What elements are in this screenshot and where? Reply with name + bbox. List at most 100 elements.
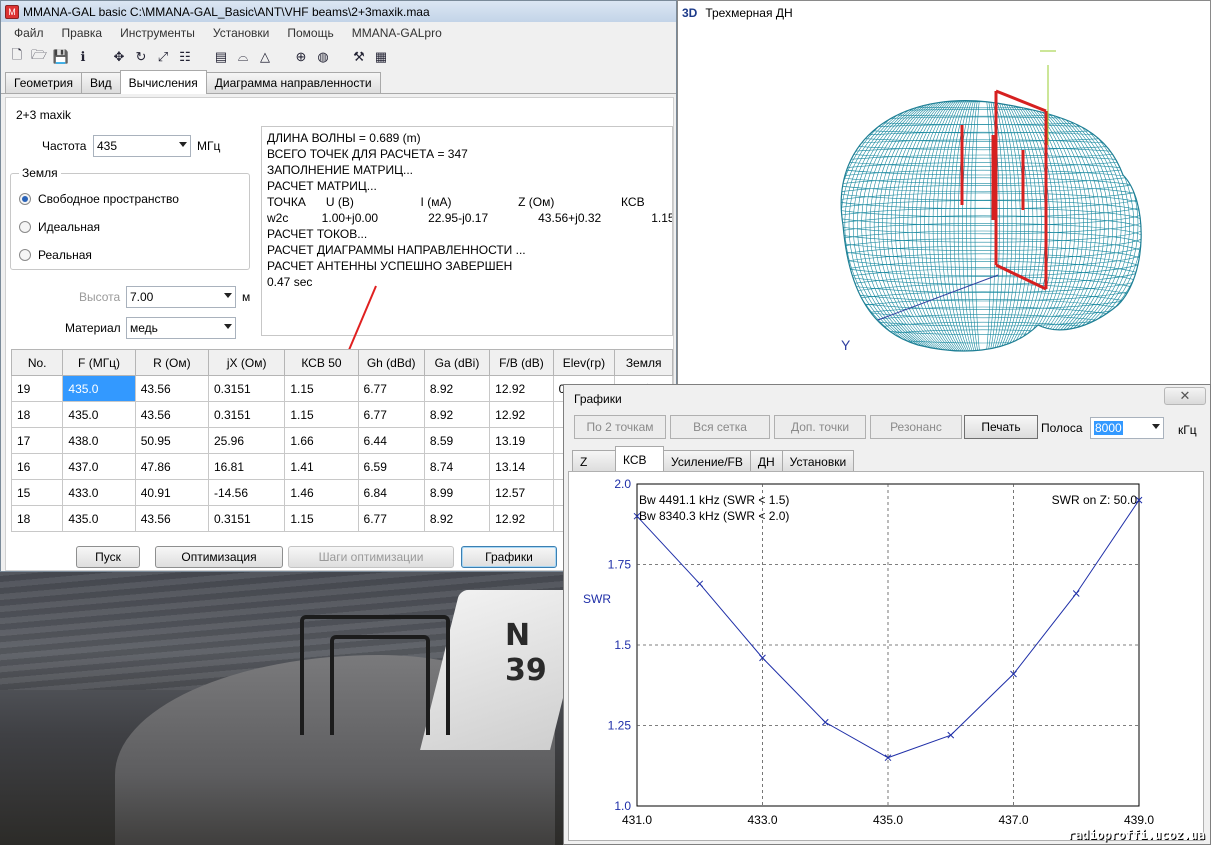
table-cell[interactable]: 8.74 [423,453,491,480]
extra-points-button[interactable]: Доп. точки [774,415,866,439]
material-combo[interactable]: медь [126,317,236,339]
table-cell[interactable]: 435.0 [62,505,136,532]
col-ga[interactable]: Ga (dBi) [423,349,491,376]
table-cell[interactable]: 1.66 [284,427,359,454]
radio-real[interactable]: Реальная [19,248,92,262]
target-icon[interactable]: ⊕ [291,47,311,67]
table-cell[interactable]: 13.19 [489,427,554,454]
table-cell[interactable]: 1.15 [284,401,359,428]
tab-calculation[interactable]: Вычисления [119,70,207,94]
table-cell[interactable]: 19 [10,375,64,402]
tab-z[interactable]: Z [572,450,616,472]
elements-icon[interactable]: ☷ [175,47,195,67]
optimization-steps-button[interactable]: Шаги оптимизации [288,546,454,568]
table-cell[interactable]: 12.92 [489,505,554,532]
col-elev[interactable]: Elev(гр) [552,349,616,376]
table-cell[interactable]: 15 [10,479,64,506]
tab-settings[interactable]: Установки [781,450,855,472]
table-cell[interactable]: 12.92 [489,375,554,402]
table-cell[interactable]: 18 [10,505,64,532]
table-cell[interactable]: 6.77 [357,505,425,532]
table-cell[interactable]: 435.0 [62,401,136,428]
tab-geometry[interactable]: Геометрия [5,72,82,93]
menu-help[interactable]: Помощь [278,26,342,40]
frequency-combo[interactable]: 435 [93,135,191,157]
table-cell[interactable]: 433.0 [62,479,136,506]
table-cell[interactable]: 50.95 [134,427,210,454]
table-cell[interactable]: 17 [10,427,64,454]
triangle-icon[interactable]: △ [255,47,275,67]
table-cell[interactable]: 6.44 [357,427,425,454]
table-cell[interactable]: 25.96 [207,427,286,454]
table-cell[interactable]: 12.57 [489,479,554,506]
menu-file[interactable]: Файл [5,26,53,40]
rotate-icon[interactable]: ↻ [131,47,151,67]
table-cell[interactable]: 6.84 [357,479,425,506]
move-icon[interactable]: ✥ [109,47,129,67]
table-cell[interactable]: 13.14 [489,453,554,480]
radio-free-space[interactable]: Свободное пространство [19,192,179,206]
col-jx[interactable]: jX (Ом) [207,349,286,376]
col-ground[interactable]: Земля [614,349,673,376]
menu-tools[interactable]: Инструменты [111,26,204,40]
table-cell[interactable]: 16.81 [207,453,286,480]
save-icon[interactable]: 💾 [51,47,71,67]
calculator-icon[interactable]: ▦ [371,47,391,67]
table-cell[interactable]: 8.92 [423,401,491,428]
table-cell[interactable]: 47.86 [134,453,210,480]
table-cell[interactable]: 6.77 [357,375,425,402]
col-swr[interactable]: КСВ 50 [284,349,359,376]
table-cell[interactable]: 43.56 [134,401,210,428]
col-no[interactable]: No. [10,349,64,376]
table-cell[interactable]: 0.3151 [207,505,286,532]
table-cell[interactable]: 16 [10,453,64,480]
col-r[interactable]: R (Ом) [134,349,210,376]
tab-gain-fb[interactable]: Усиление/FB [663,450,751,472]
scale-icon[interactable]: ⤢ [153,47,173,67]
two-points-button[interactable]: По 2 точкам [574,415,666,439]
table-cell[interactable]: 1.46 [284,479,359,506]
ground-icon[interactable]: ⌓ [233,47,253,67]
menu-edit[interactable]: Правка [53,26,112,40]
info-icon[interactable]: ℹ [73,47,93,67]
full-grid-button[interactable]: Вся сетка [670,415,770,439]
table-cell[interactable]: 8.59 [423,427,491,454]
optimize-button[interactable]: Оптимизация [155,546,283,568]
graphs-button[interactable]: Графики [461,546,557,568]
col-freq[interactable]: F (МГц) [62,349,136,376]
table-cell[interactable]: 438.0 [62,427,136,454]
height-combo[interactable]: 7.00 [126,286,236,308]
table-cell[interactable]: -14.56 [207,479,286,506]
table-cell[interactable]: 0.3151 [207,401,286,428]
close-icon[interactable]: ✕ [1164,387,1206,405]
start-button[interactable]: Пуск [76,546,140,568]
col-gh[interactable]: Gh (dBd) [357,349,425,376]
table-cell[interactable]: 0.3151 [207,375,286,402]
table-cell[interactable]: 8.99 [423,479,491,506]
menu-pro[interactable]: MMANA-GALpro [343,26,451,40]
table-cell[interactable]: 18 [10,401,64,428]
table-cell[interactable]: 8.92 [423,505,491,532]
table-cell[interactable]: 6.77 [357,401,425,428]
tools-icon[interactable]: ⚒ [349,47,369,67]
radio-ideal[interactable]: Идеальная [19,220,100,234]
globe-icon[interactable]: ◍ [313,47,333,67]
tab-pattern[interactable]: ДН [749,450,783,472]
table-cell[interactable]: 6.59 [357,453,425,480]
table-cell[interactable]: 1.15 [284,505,359,532]
tab-pattern[interactable]: Диаграмма направленности [205,72,381,93]
new-file-icon[interactable]: 🗋 [7,47,27,67]
table-cell[interactable]: 40.91 [134,479,210,506]
table-cell[interactable]: 1.15 [284,375,359,402]
table-cell[interactable]: 43.56 [134,505,210,532]
table-cell[interactable]: 12.92 [489,401,554,428]
table-cell[interactable]: 435.0 [62,375,136,402]
table-cell[interactable]: 437.0 [62,453,136,480]
document-icon[interactable]: ▤ [211,47,231,67]
col-fb[interactable]: F/B (dB) [489,349,554,376]
table-cell[interactable]: 43.56 [134,375,210,402]
table-cell[interactable]: 1.41 [284,453,359,480]
band-combo[interactable]: 8000 [1090,417,1164,439]
table-cell[interactable]: 8.92 [423,375,491,402]
open-folder-icon[interactable]: 🗁 [29,47,49,67]
